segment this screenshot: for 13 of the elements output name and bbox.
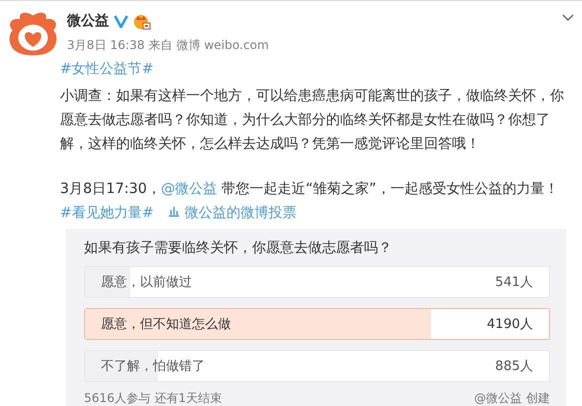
poll-option[interactable]: 不了解，怕做错了 885人 [84,350,550,382]
crown-badge-icon [133,12,151,30]
poll-summary: 5616人参与 还有1天结束 [84,390,222,406]
chart-icon [168,205,180,217]
poll-option[interactable]: 愿意，以前做过 541人 [84,266,550,298]
poll-question: 如果有孩子需要临终关怀，你愿意去做志愿者吗？ [84,239,393,257]
post-text: 小调查：如果有这样一个地方，可以给患癌患病可能离世的孩子，做临终关怀，你愿意去做志愿者吗？你知道，为什么大部分的临终关怀都是女性在做吗？你想了解，这样的临终关怀，怎么样去达成吗？凭第一感觉评论里回答哦！ [60,87,565,154]
event-text: 3月8日17:30，@微公益 带您一起走近“雏菊之家”，一起感受女性公益的力量！ #看见她力量# 微公益的微博投票 [60,180,560,223]
post-timestamp: 3月8日 16:38 来自 微博 weibo.com [67,37,270,54]
poll-option[interactable]: 愿意，但不知道怎么做 4190人 [84,308,550,340]
caret-icon[interactable] [562,14,574,22]
poll-creator: @微公益 创建 [474,390,550,406]
author-name[interactable]: 微公益 [67,12,109,30]
